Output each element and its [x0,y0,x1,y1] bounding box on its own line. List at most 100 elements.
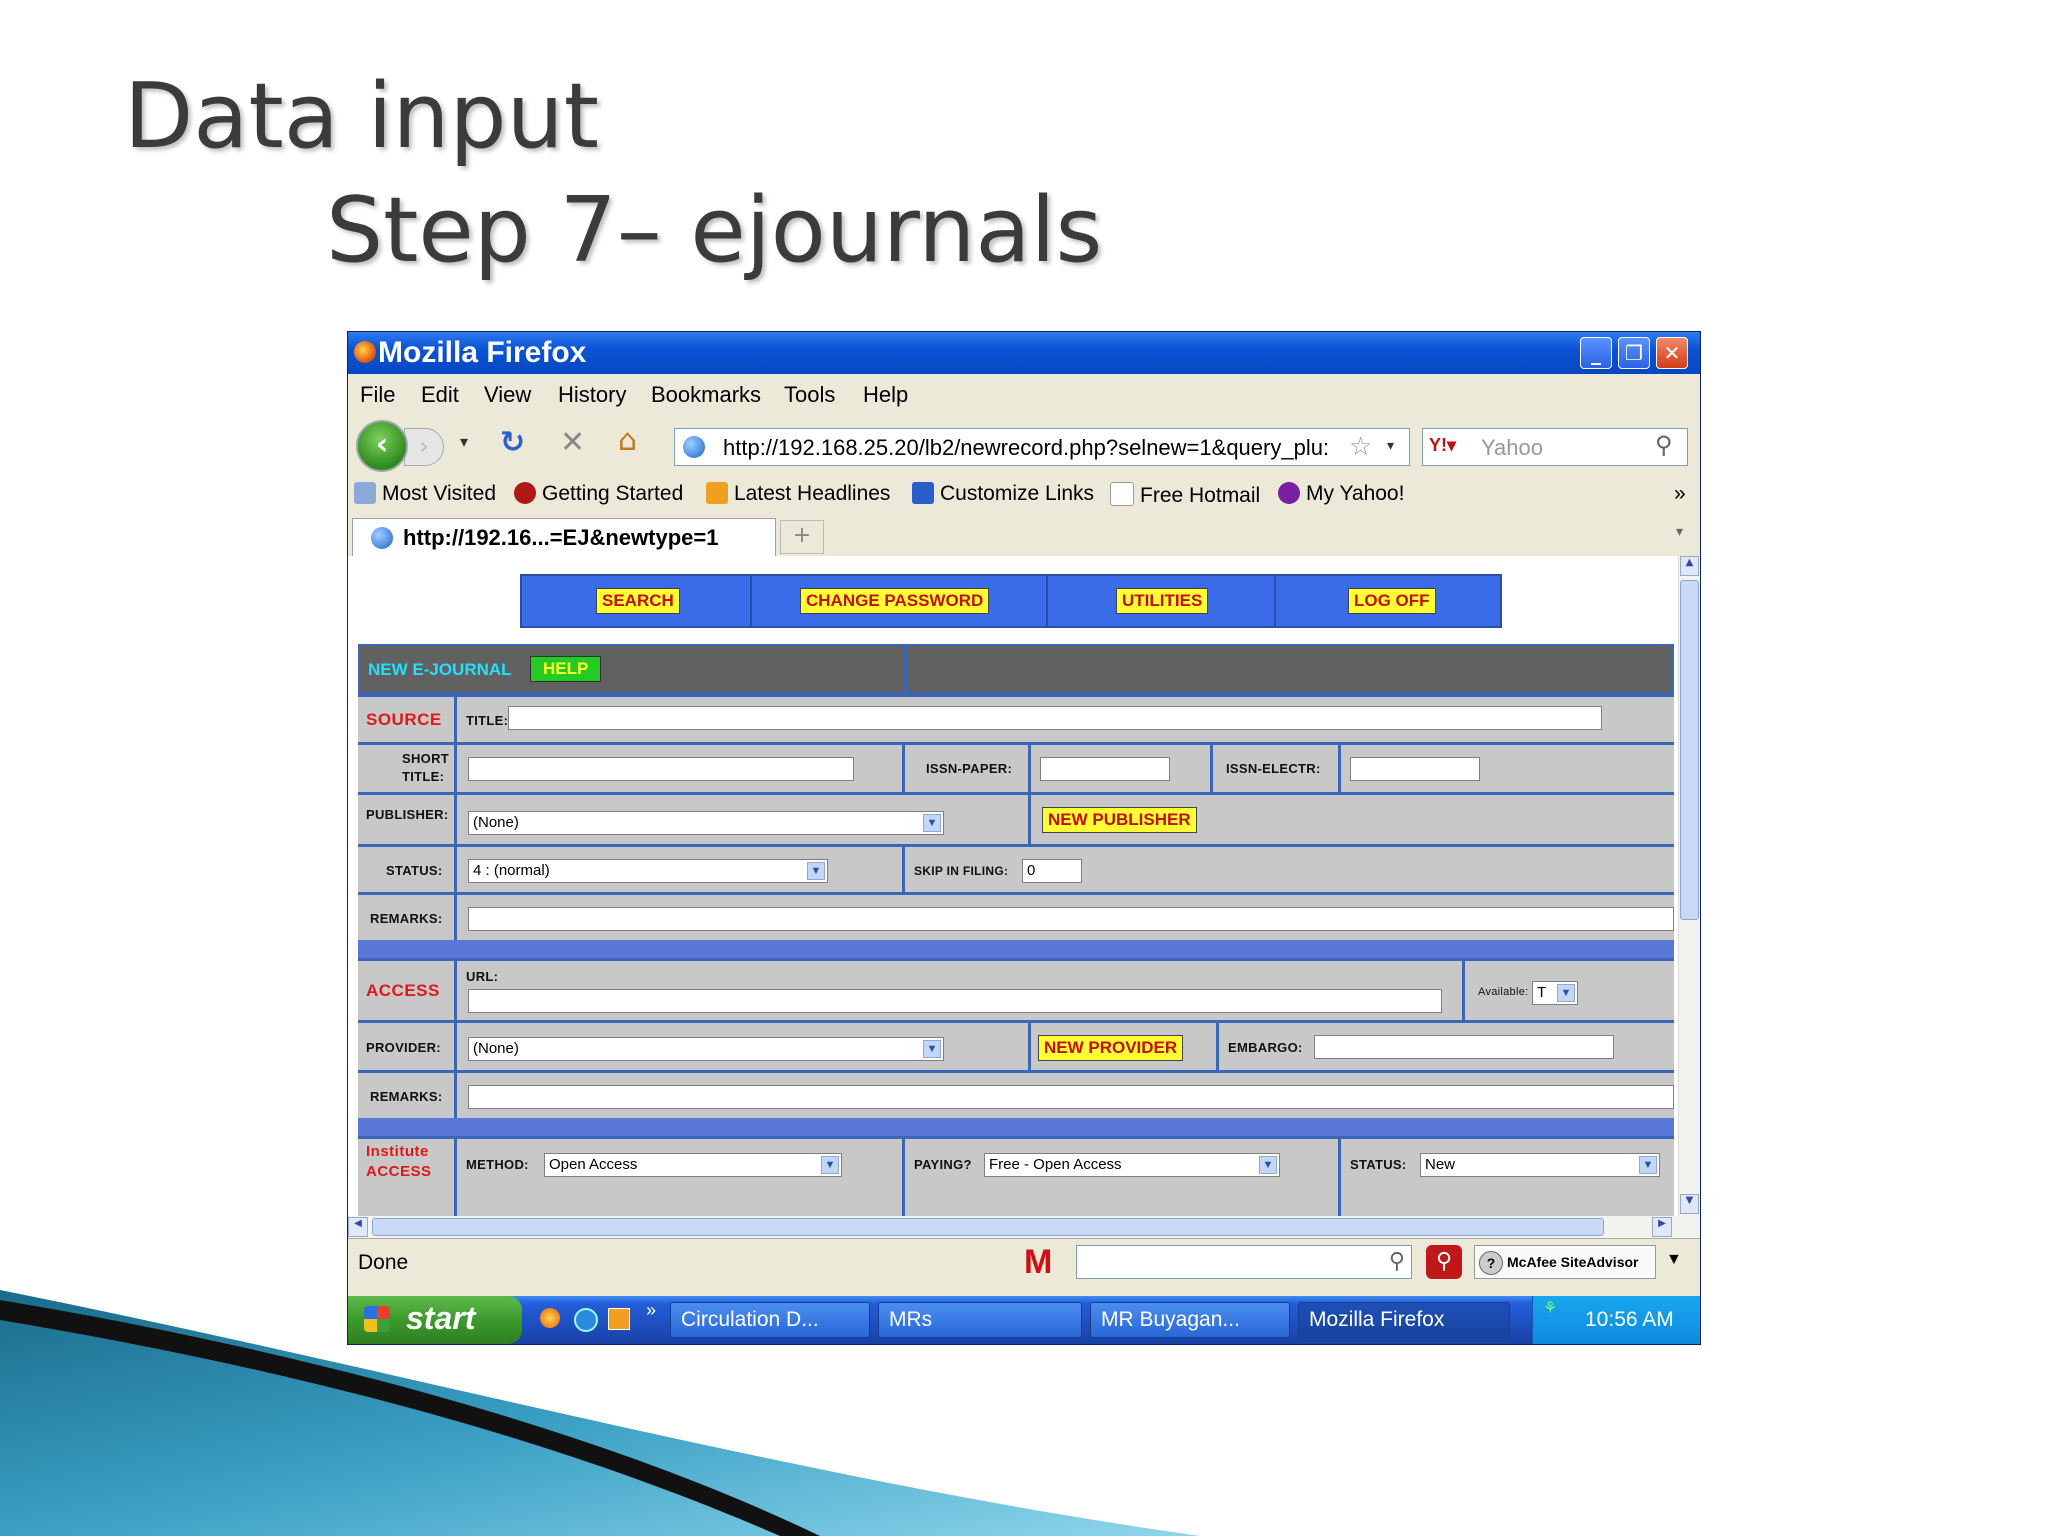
bookmark-customize-links[interactable]: Customize Links [912,482,1094,506]
mcafee-m-icon[interactable]: M [1024,1243,1052,1282]
bookmark-latest-headlines[interactable]: Latest Headlines [706,482,890,506]
slide-title: Data input [124,64,600,169]
quicklaunch-overflow-icon[interactable]: » [646,1300,656,1321]
available-select[interactable]: T ▼ [1532,981,1578,1005]
skip-in-filing-input[interactable]: 0 [1022,859,1082,883]
mcafee-siteadvisor[interactable]: ? McAfee SiteAdvisor [1474,1245,1656,1279]
provider-label: PROVIDER: [366,1040,441,1055]
firefox-quicklaunch-icon[interactable] [540,1308,560,1328]
close-button[interactable]: ✕ [1656,337,1688,369]
url-dropdown-icon[interactable]: ▾ [1387,437,1394,454]
scroll-up-icon[interactable]: ▲ [1680,556,1699,576]
change-password-button[interactable]: CHANGE PASSWORD [800,588,990,614]
menu-bookmarks[interactable]: Bookmarks [651,382,761,408]
vertical-scrollbar[interactable]: ▲ ▼ [1678,556,1700,1216]
ie-quicklaunch-icon[interactable] [574,1308,598,1332]
scroll-left-icon[interactable]: ◀ [348,1217,368,1237]
outlook-quicklaunch-icon[interactable] [608,1308,630,1330]
remarks-input[interactable] [468,907,1674,931]
mcafee-search-button-icon[interactable]: ⚲ [1426,1245,1462,1279]
start-button[interactable]: start [348,1296,522,1344]
method-select[interactable]: Open Access ▼ [544,1153,842,1177]
new-tab-button[interactable]: + [780,520,824,554]
back-arrow-icon[interactable]: ‹ [356,420,408,472]
yahoo-icon [1278,482,1300,504]
firefox-icon [354,341,376,363]
issn-paper-input[interactable] [1040,757,1170,781]
restore-button[interactable]: ❐ [1618,337,1650,369]
scroll-thumb[interactable] [1680,580,1699,920]
search-icon[interactable]: ⚲ [1655,431,1673,460]
paying-selected-value: Free - Open Access [989,1156,1122,1173]
forward-arrow-icon[interactable]: › [404,428,444,466]
bookmark-most-visited[interactable]: Most Visited [354,482,496,506]
search-bar[interactable]: Y!▾ Yahoo ⚲ [1422,428,1688,466]
chevron-down-icon[interactable]: ▼ [1666,1251,1682,1269]
scroll-down-icon[interactable]: ▼ [1680,1194,1699,1214]
task-circulation[interactable]: Circulation D... [670,1302,870,1338]
bookmarks-overflow-chevron[interactable]: » [1674,482,1686,506]
minimize-button[interactable]: _ [1580,337,1612,369]
search-nav-button[interactable]: SEARCH [596,588,680,614]
horizontal-scroll-thumb[interactable] [372,1218,1604,1236]
horizontal-scrollbar[interactable]: ◀ ▶ [348,1216,1700,1238]
yahoo-engine-icon[interactable]: Y!▾ [1429,435,1456,456]
url-bar[interactable]: http://192.168.25.20/lb2/newrecord.php?s… [674,428,1410,466]
chevron-down-icon: ▼ [1259,1156,1277,1174]
menu-file[interactable]: File [360,382,395,408]
status-select[interactable]: 4 : (normal) ▼ [468,859,828,883]
utilities-button[interactable]: UTILITIES [1116,588,1209,614]
mcafee-search-input[interactable]: ⚲ [1076,1245,1412,1279]
menu-edit[interactable]: Edit [421,382,459,408]
publisher-select[interactable]: (None) ▼ [468,811,944,835]
issn-electr-input[interactable] [1350,757,1480,781]
menu-history[interactable]: History [558,382,626,408]
issn-paper-label: ISSN-PAPER: [926,761,1013,776]
short-title-input[interactable] [468,757,854,781]
bookmark-getting-started[interactable]: Getting Started [514,482,683,506]
institute-status-select[interactable]: New ▼ [1420,1153,1660,1177]
paying-label: PAYING? [914,1157,972,1172]
history-dropdown-icon[interactable]: ▾ [460,434,468,450]
scroll-right-icon[interactable]: ▶ [1652,1217,1672,1237]
windows-logo-icon [364,1306,390,1332]
embargo-input[interactable] [1314,1035,1614,1059]
network-tray-icon[interactable]: ⚘ [1543,1298,1557,1318]
method-selected-value: Open Access [549,1156,638,1173]
bookmark-label: Free Hotmail [1140,484,1261,507]
paying-select[interactable]: Free - Open Access ▼ [984,1153,1280,1177]
bookmark-free-hotmail[interactable]: Free Hotmail [1110,482,1260,508]
embargo-label: EMBARGO: [1228,1040,1303,1055]
menu-help[interactable]: Help [863,382,908,408]
provider-select[interactable]: (None) ▼ [468,1037,944,1061]
bookmark-label: Getting Started [542,482,684,505]
bookmark-star-icon[interactable]: ☆ [1349,431,1372,462]
task-mr-buyagan[interactable]: MR Buyagan... [1090,1302,1290,1338]
help-button[interactable]: HELP [530,656,602,682]
home-icon[interactable]: ⌂ [618,426,637,456]
url-input[interactable] [468,989,1442,1013]
task-mozilla-firefox[interactable]: Mozilla Firefox [1298,1302,1510,1338]
chevron-down-icon: ▼ [1557,984,1575,1002]
task-mrs[interactable]: MRs [878,1302,1082,1338]
system-tray: ⚘ 10:56 AM [1532,1296,1700,1344]
new-publisher-button[interactable]: NEW PUBLISHER [1042,807,1197,833]
search-icon: ⚲ [1388,1248,1405,1273]
bookmark-label: Customize Links [940,482,1095,505]
start-label: start [406,1300,476,1336]
reload-icon[interactable]: ↻ [500,428,525,458]
menu-view[interactable]: View [484,382,531,408]
title-input[interactable] [508,706,1602,730]
app-top-nav: SEARCH CHANGE PASSWORD UTILITIES LOG OFF [520,574,1502,628]
menu-bar: File Edit View History Bookmarks Tools H… [348,374,1700,412]
stop-icon[interactable]: ✕ [560,428,585,458]
tab-list-dropdown-icon[interactable]: ▾ [1676,524,1683,540]
menu-tools[interactable]: Tools [784,382,835,408]
access-remarks-input[interactable] [468,1085,1674,1109]
form-header: NEW E-JOURNAL HELP [358,644,1674,694]
chevron-down-icon: ▼ [1639,1156,1657,1174]
tab-active[interactable]: http://192.16...=EJ&newtype=1 [352,518,776,556]
log-off-button[interactable]: LOG OFF [1348,588,1436,614]
bookmark-my-yahoo[interactable]: My Yahoo! [1278,482,1404,506]
new-provider-button[interactable]: NEW PROVIDER [1038,1035,1184,1061]
